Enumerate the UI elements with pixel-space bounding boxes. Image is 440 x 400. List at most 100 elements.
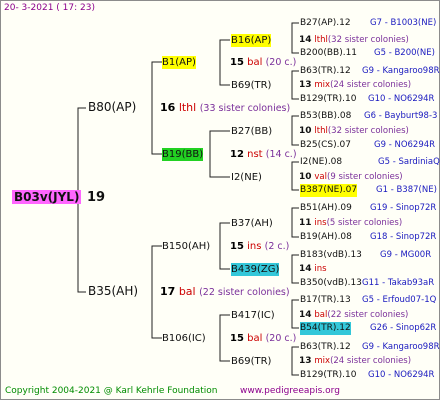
gen4-right: G7 - B1003(NE): [370, 18, 437, 28]
grandparent-sub: ins: [247, 241, 262, 252]
grandparent-gen: 15: [230, 241, 244, 252]
colonies: (5 sister colonies): [326, 218, 403, 228]
grandparent-node[interactable]: B19(BB): [162, 148, 204, 161]
subspecies: mix: [314, 80, 331, 90]
great-grandparent-node[interactable]: I2(NE): [231, 171, 262, 184]
gen4-right: G5 - Erfoud07-1Q: [362, 295, 437, 305]
gen4-right: G5 - B200(NE): [374, 48, 435, 58]
gen4-left[interactable]: B53(BB).08: [300, 110, 351, 123]
gen4-left[interactable]: B19(AH).08: [300, 231, 352, 244]
gen-count: 10: [299, 126, 312, 136]
subspecies: bal: [314, 310, 328, 320]
gen4-right: G1 - B387(NE): [376, 185, 437, 195]
gen4-left[interactable]: B63(TR).12: [300, 65, 351, 78]
grandparent-info: 15 ins (2 c.): [230, 240, 289, 253]
gen-count: 13: [299, 80, 312, 90]
copyright-footer: Copyright 2004-2021 @ Karl Kehrle Founda…: [5, 386, 218, 396]
gen4-right: G5 - SardiniaQ: [378, 157, 440, 167]
gen-count: 14: [299, 310, 312, 320]
gen4-left[interactable]: B51(AH).09: [300, 202, 352, 215]
colonies: (24 sister colonies): [330, 80, 412, 90]
great-grandparent-node[interactable]: B16(AP): [231, 34, 272, 47]
grandparent-gen: 15: [230, 333, 244, 344]
parent-node[interactable]: B80(AP): [88, 101, 136, 114]
grandparent-info: 15 bal (20 c.): [230, 332, 296, 345]
gen4-right: G10 - NO6294R: [368, 370, 435, 380]
great-grandparent-info: 10 lthl(32 sister colonies): [299, 125, 409, 138]
grandparent-gen: 15: [230, 57, 244, 68]
root-name: B03v(JYL): [12, 190, 82, 204]
great-grandparent-info: 10 val(9 sister colonies): [299, 171, 403, 184]
grandparent-colonies: (20 c.): [265, 57, 297, 68]
parent-sub: bal: [178, 285, 196, 298]
grandparent-node[interactable]: B106(IC): [162, 332, 206, 345]
great-grandparent-node[interactable]: B69(TR): [231, 355, 271, 368]
grandparent-info: 15 bal (20 c.): [230, 56, 296, 69]
grandparent-node[interactable]: B150(AH): [162, 240, 210, 253]
gen4-left[interactable]: B63(TR).12: [300, 341, 351, 354]
gen4-right: G10 - NO6294R: [368, 94, 435, 104]
gen4-right: G18 - Sinop72R: [370, 232, 437, 242]
gen4-right: G9 - NO6294R: [374, 140, 436, 150]
grandparent-info: 12 nst (14 c.): [230, 148, 297, 161]
colonies: (32 sister colonies): [327, 126, 409, 136]
subspecies: lthl: [314, 126, 328, 136]
parent-gen: 17: [160, 285, 176, 298]
gen-count: 13: [299, 356, 312, 366]
gen4-left[interactable]: B387(NE).07: [300, 184, 358, 197]
gen4-left[interactable]: B350(vdB).13: [300, 277, 362, 290]
colonies: (9 sister colonies): [327, 172, 403, 182]
grandparent-sub: nst: [247, 149, 263, 160]
gen-count: 14: [299, 35, 312, 45]
parent-colonies: (22 sister colonies): [199, 287, 290, 298]
gen4-right: G9 - Kangaroo98R: [362, 66, 440, 76]
grandparent-colonies: (14 c.): [265, 149, 297, 160]
grandparent-gen: 12: [230, 149, 244, 160]
root-node[interactable]: B03v(JYL): [12, 190, 82, 204]
grandparent-node[interactable]: B1(AP): [162, 56, 196, 69]
parent-colonies: (33 sister colonies): [199, 103, 291, 114]
great-grandparent-node[interactable]: B439(ZG): [231, 263, 280, 276]
root-gen: 19: [87, 190, 106, 205]
gen4-left[interactable]: B200(BB).11: [300, 47, 357, 60]
gen4-left[interactable]: B54(TR).12: [300, 322, 351, 335]
gen4-left[interactable]: B17(TR).13: [300, 294, 351, 307]
great-grandparent-info: 14 bal(22 sister colonies): [299, 309, 408, 322]
great-grandparent-node[interactable]: B27(BB): [231, 125, 272, 138]
grandparent-sub: bal: [247, 57, 263, 68]
colonies: (32 sister colonies): [327, 35, 409, 45]
colonies: (24 sister colonies): [330, 356, 412, 366]
parent-gen: 16: [160, 101, 176, 114]
gen4-right: G9 - Kangaroo98R: [362, 342, 440, 352]
gen4-left[interactable]: B183(vdB).13: [300, 249, 362, 262]
gen4-left[interactable]: I2(NE).08: [300, 156, 342, 169]
subspecies: lthl: [314, 35, 328, 45]
subspecies: ins: [314, 264, 327, 274]
parent-sub: lthl: [178, 101, 197, 114]
parent-node[interactable]: B35(AH): [88, 285, 138, 298]
gen-count: 10: [299, 172, 312, 182]
gen4-right: G19 - Sinop72R: [370, 203, 437, 213]
great-grandparent-info: 13 mix(24 sister colonies): [299, 355, 411, 368]
grandparent-sub: bal: [247, 333, 263, 344]
parent-info: 16 lthl (33 sister colonies): [160, 101, 290, 115]
great-grandparent-info: 13 mix(24 sister colonies): [299, 79, 411, 92]
gen4-left[interactable]: B129(TR).10: [300, 369, 356, 382]
gen-count: 14: [299, 264, 312, 274]
timestamp-header: 20- 3-2021 ( 17: 23): [4, 3, 95, 13]
gen4-left[interactable]: B129(TR).10: [300, 93, 356, 106]
grandparent-colonies: (20 c.): [265, 333, 297, 344]
site-link[interactable]: www.pedigreeapis.org: [240, 385, 340, 398]
gen4-left[interactable]: B27(AP).12: [300, 17, 351, 30]
colonies: (22 sister colonies): [327, 310, 409, 320]
gen4-right: G26 - Sinop62R: [370, 323, 437, 333]
great-grandparent-node[interactable]: B417(IC): [231, 309, 275, 322]
great-grandparent-node[interactable]: B37(AH): [231, 217, 273, 230]
grandparent-colonies: (2 c.): [264, 241, 290, 252]
subspecies: val: [314, 172, 328, 182]
subspecies: mix: [314, 356, 331, 366]
great-grandparent-node[interactable]: B69(TR): [231, 79, 271, 92]
gen4-right: G11 - Takab93aR: [362, 278, 435, 288]
subspecies: ins: [314, 218, 327, 228]
gen4-left[interactable]: B25(CS).07: [300, 139, 351, 152]
